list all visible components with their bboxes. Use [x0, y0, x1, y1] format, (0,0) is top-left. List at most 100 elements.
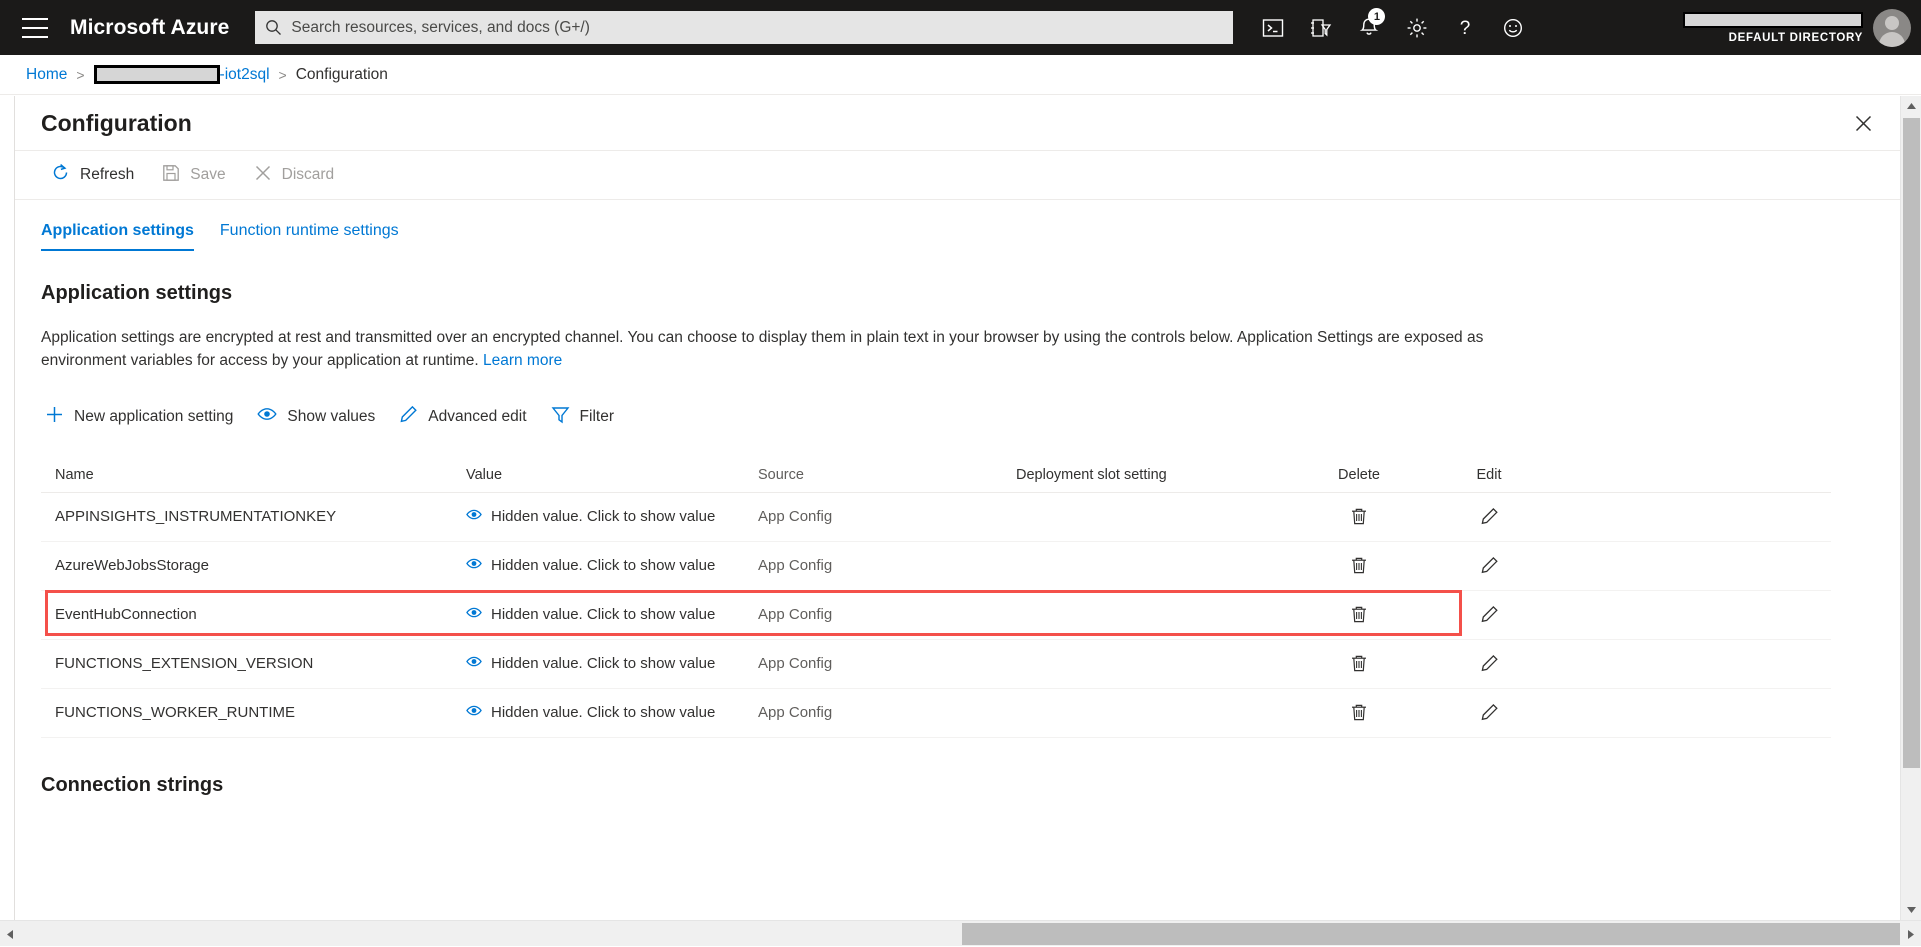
table-header-row: Name Value Source Deployment slot settin… [41, 459, 1831, 493]
pencil-icon [399, 405, 418, 429]
blade-header: Configuration [15, 96, 1901, 151]
hidden-value-label[interactable]: Hidden value. Click to show value [491, 508, 715, 525]
pencil-icon[interactable] [1475, 601, 1503, 629]
edit-cell [1424, 601, 1554, 629]
refresh-button[interactable]: Refresh [41, 158, 144, 192]
settings-gear-icon[interactable] [1393, 0, 1441, 55]
setting-value-cell[interactable]: Hidden value. Click to show value [466, 508, 758, 525]
setting-source: App Config [758, 606, 1016, 623]
command-bar: Refresh Save Discard [15, 151, 1901, 200]
trash-icon[interactable] [1345, 601, 1373, 629]
hidden-value-label[interactable]: Hidden value. Click to show value [491, 557, 715, 574]
hidden-value-label[interactable]: Hidden value. Click to show value [491, 606, 715, 623]
azure-top-navigation-bar: Microsoft Azure 1 ? DEFAULT DIRECTO [0, 0, 1921, 55]
cloud-shell-icon[interactable] [1249, 0, 1297, 55]
setting-name: FUNCTIONS_EXTENSION_VERSION [41, 655, 466, 672]
setting-source: App Config [758, 704, 1016, 721]
table-row-highlighted[interactable]: EventHubConnection Hidden value. Click t… [41, 591, 1831, 640]
horizontal-scrollbar-thumb[interactable] [962, 923, 1900, 945]
horizontal-scrollbar[interactable] [0, 920, 1921, 946]
scroll-right-arrow-icon[interactable] [1901, 921, 1921, 947]
breadcrumb-current-page: Configuration [296, 66, 388, 84]
filter-button[interactable]: Filter [547, 401, 618, 433]
column-header-value[interactable]: Value [466, 467, 758, 483]
vertical-scrollbar[interactable] [1900, 96, 1921, 920]
hamburger-menu-icon[interactable] [22, 18, 48, 38]
directories-filter-icon[interactable] [1297, 0, 1345, 55]
pencil-icon[interactable] [1475, 552, 1503, 580]
close-icon[interactable] [1847, 107, 1879, 139]
trash-icon[interactable] [1345, 552, 1373, 580]
delete-cell [1294, 503, 1424, 531]
setting-value-cell[interactable]: Hidden value. Click to show value [466, 557, 758, 574]
column-header-deployment-slot-setting[interactable]: Deployment slot setting [1016, 467, 1294, 483]
scroll-up-arrow-icon[interactable] [1901, 96, 1921, 116]
table-row[interactable]: FUNCTIONS_EXTENSION_VERSION Hidden value… [41, 640, 1831, 689]
funnel-icon [551, 405, 570, 429]
column-header-delete: Delete [1294, 467, 1424, 483]
breadcrumb-home-link[interactable]: Home [26, 66, 67, 84]
setting-name: AzureWebJobsStorage [41, 557, 466, 574]
setting-source: App Config [758, 508, 1016, 525]
trash-icon[interactable] [1345, 699, 1373, 727]
account-area[interactable]: DEFAULT DIRECTORY [1683, 0, 1921, 55]
table-row[interactable]: FUNCTIONS_WORKER_RUNTIME Hidden value. C… [41, 689, 1831, 738]
plus-icon [45, 405, 64, 429]
setting-value-cell[interactable]: Hidden value. Click to show value [466, 655, 758, 672]
refresh-icon [51, 163, 70, 187]
show-values-button[interactable]: Show values [253, 401, 379, 433]
directory-label: DEFAULT DIRECTORY [1683, 32, 1863, 44]
trash-icon[interactable] [1345, 650, 1373, 678]
global-search-box[interactable] [255, 11, 1233, 44]
pencil-icon[interactable] [1475, 503, 1503, 531]
search-input[interactable] [291, 19, 1223, 37]
breadcrumb: Home > -iot2sql > Configuration [0, 55, 1921, 95]
trash-icon[interactable] [1345, 503, 1373, 531]
breadcrumb-resource-redaction [94, 65, 220, 84]
table-row[interactable]: AzureWebJobsStorage Hidden value. Click … [41, 542, 1831, 591]
edit-cell [1424, 552, 1554, 580]
hidden-value-label[interactable]: Hidden value. Click to show value [491, 704, 715, 721]
vertical-scrollbar-thumb[interactable] [1903, 118, 1920, 768]
eye-icon [257, 406, 277, 427]
configuration-blade: Configuration Refresh Save Discard Appli [14, 96, 1901, 920]
save-label: Save [190, 166, 225, 184]
discard-button[interactable]: Discard [244, 158, 345, 192]
tab-application-settings[interactable]: Application settings [41, 222, 194, 251]
scroll-down-arrow-icon[interactable] [1901, 900, 1921, 920]
column-header-name[interactable]: Name [41, 467, 466, 483]
microsoft-azure-logo-text[interactable]: Microsoft Azure [70, 16, 229, 40]
save-disk-icon [162, 164, 180, 187]
page-title: Configuration [41, 110, 192, 137]
setting-value-cell[interactable]: Hidden value. Click to show value [466, 704, 758, 721]
breadcrumb-separator: > [76, 67, 84, 83]
notifications-bell-icon[interactable]: 1 [1345, 0, 1393, 55]
save-button[interactable]: Save [152, 158, 235, 192]
new-application-setting-button[interactable]: New application setting [41, 401, 237, 433]
feedback-smiley-icon[interactable] [1489, 0, 1537, 55]
account-text: DEFAULT DIRECTORY [1683, 12, 1863, 44]
pencil-icon[interactable] [1475, 650, 1503, 678]
discard-label: Discard [282, 166, 335, 184]
setting-name: FUNCTIONS_WORKER_RUNTIME [41, 704, 466, 721]
learn-more-link[interactable]: Learn more [483, 352, 562, 369]
avatar[interactable] [1873, 9, 1911, 47]
pencil-icon[interactable] [1475, 699, 1503, 727]
tab-function-runtime-settings[interactable]: Function runtime settings [220, 222, 399, 251]
setting-name: EventHubConnection [41, 606, 466, 623]
section-description: Application settings are encrypted at re… [41, 326, 1541, 373]
top-bar-icon-group: 1 ? [1249, 0, 1537, 55]
new-application-setting-label: New application setting [74, 408, 233, 426]
account-name-redaction [1683, 12, 1863, 28]
hidden-value-label[interactable]: Hidden value. Click to show value [491, 655, 715, 672]
advanced-edit-label: Advanced edit [428, 408, 526, 426]
advanced-edit-button[interactable]: Advanced edit [395, 401, 530, 433]
table-row[interactable]: APPINSIGHTS_INSTRUMENTATIONKEY Hidden va… [41, 493, 1831, 542]
help-question-icon[interactable]: ? [1441, 0, 1489, 55]
section-title-application-settings: Application settings [41, 282, 1875, 305]
delete-cell [1294, 552, 1424, 580]
setting-value-cell[interactable]: Hidden value. Click to show value [466, 606, 758, 623]
scroll-left-arrow-icon[interactable] [0, 921, 20, 947]
column-header-source[interactable]: Source [758, 467, 1016, 483]
breadcrumb-resource-link[interactable]: -iot2sql [220, 66, 270, 84]
